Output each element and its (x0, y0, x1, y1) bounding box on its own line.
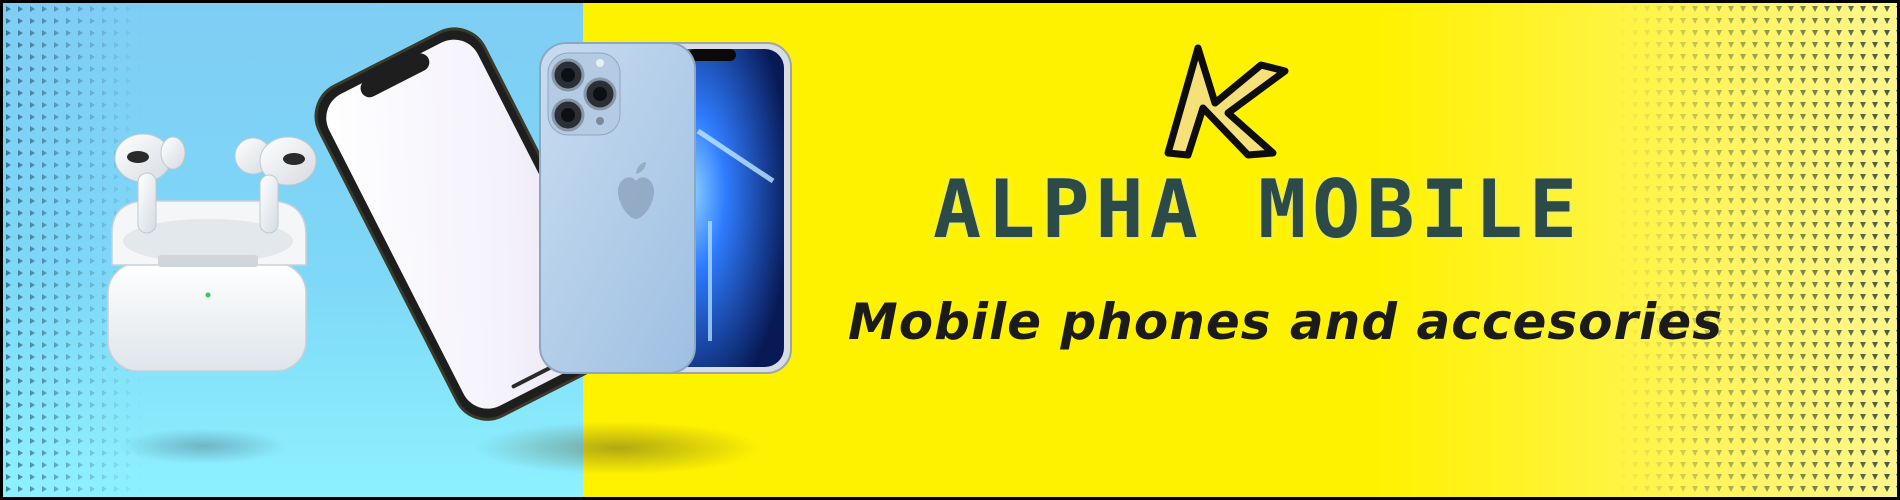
phone-shadow (473, 421, 763, 475)
brand-tagline: Mobile phones and accesories (848, 293, 1723, 351)
dot-pattern-right-decor (1617, 3, 1897, 497)
airpods-case-icon (107, 133, 317, 372)
phone-back-triple-camera-icon (539, 42, 792, 374)
alpha-a-logo-icon (1164, 44, 1289, 159)
alpha-mobile-banner: ALPHA MOBILE Mobile phones and accesorie… (0, 0, 1900, 500)
brand-title: ALPHA MOBILE (933, 163, 1583, 256)
airpods-shadow (118, 428, 288, 464)
